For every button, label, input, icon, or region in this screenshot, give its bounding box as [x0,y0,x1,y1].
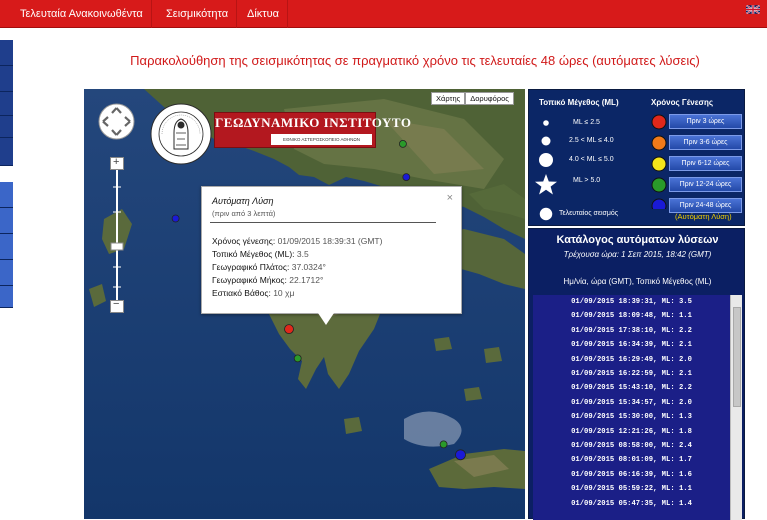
catalog-row[interactable]: 01/09/2015 05:59:22, ML: 1.1 [533,485,730,493]
quake-marker[interactable] [398,140,407,148]
legend-magnitude-head: Τοπικό Μέγεθος (ML) [539,98,619,107]
info-row-depth: Εστιακό Βάθος: 10 χμ [212,288,295,298]
side-tab-7[interactable] [0,208,13,234]
nav-item-networks[interactable]: Δίκτυα [239,0,289,28]
quake-info-window: Αυτόματη Λύση (πριν από 3 λεπτά) × Χρόνο… [201,186,462,314]
legend-mag-1: 2.5 < ML ≤ 4.0 [569,137,614,144]
catalog-scroll-thumb[interactable] [733,307,741,407]
zoom-in-button[interactable]: + [113,156,119,168]
latest-quake-marker[interactable] [284,324,294,335]
info-row-magnitude: Τοπικό Μέγεθος (ML): 3.5 [212,249,309,259]
top-nav: Τελευταία Ανακοινωθέντα Σεισμικότητα Δίκ… [0,0,767,28]
logo-title: ΓΕΩΔΥΝΑΜΙΚΟ ΙΝΣΤΙΤΟΥΤΟ [215,115,412,130]
legend-time-dots [651,114,667,209]
side-tab-8[interactable] [0,234,13,260]
nav-item-announcements[interactable]: Τελευταία Ανακοινωθέντα [12,0,152,28]
legend-magnitude-symbols [535,120,557,222]
catalog-row[interactable]: 01/09/2015 08:01:09, ML: 1.7 [533,456,730,464]
uk-flag-icon[interactable] [746,5,760,14]
info-window-divider [210,222,436,223]
map-type-button-map[interactable]: Χάρτης [431,92,466,105]
nav-item-seismicity[interactable]: Σεισμικότητα [158,0,238,28]
catalog-row[interactable]: 01/09/2015 16:29:49, ML: 2.0 [533,356,730,364]
side-tab-5[interactable] [0,138,13,166]
legend-time-4[interactable]: Πριν 24-48 ώρες [669,198,742,213]
catalog-row[interactable]: 01/09/2015 18:09:48, ML: 1.1 [533,312,730,320]
catalog-row[interactable]: 01/09/2015 15:30:00, ML: 1.3 [533,413,730,421]
pan-control-icon[interactable] [98,103,135,140]
catalog-row[interactable]: 01/09/2015 15:43:10, ML: 2.2 [533,384,730,392]
info-row-longitude: Γεωγραφικό Μήκος: 22.1712° [212,275,324,285]
side-tab-2[interactable] [0,66,13,92]
side-tab-10[interactable] [0,286,13,308]
legend-time-0[interactable]: Πριν 3 ώρες [669,114,742,129]
quake-marker[interactable] [402,173,411,181]
logo-subtitle: ΕΘΝΙΚΟ ΑΣΤΕΡΟΣΚΟΠΕΙΟ ΑΘΗΝΩΝ [271,134,372,145]
side-tab-6[interactable] [0,182,13,208]
info-window-tail [318,313,334,325]
legend-time-3[interactable]: Πριν 12-24 ώρες [669,177,742,192]
catalog-panel: Κατάλογος αυτόματων λύσεων Τρέχουσα ώρα:… [528,228,745,520]
info-row-origin-time: Χρόνος γένεσης: 01/09/2015 18:39:31 (GMT… [212,236,383,246]
catalog-row[interactable]: 01/09/2015 17:38:10, ML: 2.2 [533,327,730,335]
institute-seal-icon [150,103,212,165]
info-window-title: Αυτόματη Λύση [212,196,274,206]
catalog-row[interactable]: 01/09/2015 16:22:59, ML: 2.1 [533,370,730,378]
legend-time-1[interactable]: Πριν 3-6 ώρες [669,135,742,150]
catalog-scrollbar[interactable] [730,295,742,520]
side-tab-4[interactable] [0,116,13,138]
legend-auto-label: (Αυτόματη Λύση) [675,212,732,221]
info-window-subtitle: (πριν από 3 λεπτά) [212,209,276,218]
legend-time-2[interactable]: Πριν 6-12 ώρες [669,156,742,171]
catalog-row[interactable]: 01/09/2015 16:34:39, ML: 2.1 [533,341,730,349]
catalog-current-time: Τρέχουσα ώρα: 1 Σεπ 2015, 18:42 (GMT) [563,250,712,259]
quake-marker[interactable] [439,440,448,449]
catalog-title: Κατάλογος αυτόματων λύσεων [556,234,719,246]
catalog-row[interactable]: 01/09/2015 06:16:39, ML: 1.6 [533,471,730,479]
quake-marker[interactable] [171,214,180,223]
legend-mag-4: Τελευταίος σεισμός [559,210,619,217]
quake-marker[interactable] [455,449,466,461]
catalog-row[interactable]: 01/09/2015 18:39:31, ML: 3.5 [533,298,730,306]
legend-panel: Τοπικό Μέγεθος (ML) Χρόνος Γένεσης ML ≤ … [528,89,745,226]
quake-marker[interactable] [293,354,302,363]
close-icon[interactable]: × [447,192,453,204]
logo-banner: ΓΕΩΔΥΝΑΜΙΚΟ ΙΝΣΤΙΤΟΥΤΟ ΕΘΝΙΚΟ ΑΣΤΕΡΟΣΚΟΠ… [214,112,412,148]
map-type-control: Χάρτης Δορυφόρος [431,92,514,105]
catalog-row[interactable]: 01/09/2015 05:47:35, ML: 1.4 [533,500,730,508]
legend-mag-0: ML ≤ 2.5 [573,119,600,126]
page-title: Παρακολούθηση της σεισμικότητας σε πραγμ… [130,53,700,68]
side-tab-9[interactable] [0,260,13,286]
legend-mag-2: 4.0 < ML ≤ 5.0 [569,156,614,163]
info-row-latitude: Γεωγραφικό Πλάτος: 37.0324° [212,262,326,272]
map-type-button-satellite[interactable]: Δορυφόρος [465,92,514,105]
catalog-list[interactable]: 01/09/2015 18:39:31, ML: 3.5 01/09/2015 1… [533,295,730,520]
catalog-row[interactable]: 01/09/2015 12:21:26, ML: 1.8 [533,428,730,436]
catalog-row[interactable]: 01/09/2015 15:34:57, ML: 2.0 [533,399,730,407]
legend-time-head: Χρόνος Γένεσης [651,98,714,107]
zoom-out-button[interactable]: − [113,298,119,310]
institute-logo: ΓΕΩΔΥΝΑΜΙΚΟ ΙΝΣΤΙΤΟΥΤΟ ΕΘΝΙΚΟ ΑΣΤΕΡΟΣΚΟΠ… [150,103,412,165]
zoom-slider[interactable]: + − [110,156,124,313]
catalog-header: Ημ/νία, ώρα (GMT), Τοπικό Μέγεθος (ML) [563,277,712,286]
legend-mag-3: ML > 5.0 [573,177,601,184]
catalog-row[interactable]: 01/09/2015 08:58:00, ML: 2.4 [533,442,730,450]
side-tab-3[interactable] [0,92,13,116]
